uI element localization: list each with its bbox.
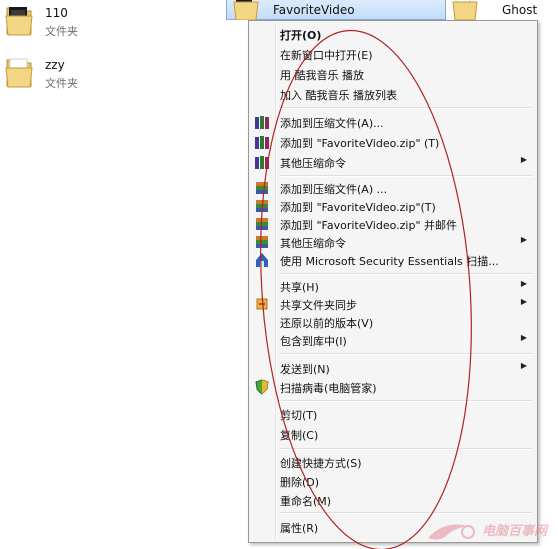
menu-item-label: 添加到 "FavoriteVideo.zip" (T) — [280, 137, 440, 150]
menu-item-label: 扫描病毒(电脑管家) — [280, 382, 377, 395]
chevron-right-icon: ▶ — [520, 155, 527, 164]
menu-item-label: 添加到压缩文件(A) ... — [280, 183, 388, 196]
menu-item-add-zip-email[interactable]: 添加到 "FavoriteVideo.zip" 并邮件 — [251, 215, 535, 233]
menu-item-restore-versions[interactable]: 还原以前的版本(V) — [251, 313, 535, 331]
menu-item-create-shortcut[interactable]: 创建快捷方式(S) — [251, 453, 535, 471]
menu-item-label: 用 酷我音乐 播放 — [280, 69, 364, 82]
folder-icon — [5, 54, 33, 88]
menu-item-include-library[interactable]: 包含到库中(I) ▶ — [251, 331, 535, 349]
chevron-right-icon: ▶ — [520, 297, 527, 306]
menu-item-label: 属性(R) — [280, 522, 319, 535]
winrar-books-icon — [254, 134, 270, 150]
menu-item-share-sync[interactable]: 共享文件夹同步 ▶ — [251, 295, 535, 313]
menu-item-label: 添加到 "FavoriteVideo.zip"(T) — [280, 201, 436, 214]
menu-item-kuwo-play[interactable]: 用 酷我音乐 播放 — [251, 65, 535, 83]
menu-separator — [279, 107, 533, 109]
winrar-books-icon — [254, 114, 270, 130]
security-essentials-icon — [254, 252, 270, 268]
menu-separator — [279, 400, 533, 402]
menu-item-add-zip-2[interactable]: 添加到 "FavoriteVideo.zip"(T) — [251, 197, 535, 215]
menu-item-open-new-window[interactable]: 在新窗口中打开(E) — [251, 45, 535, 63]
chevron-right-icon: ▶ — [520, 279, 527, 288]
context-menu: 打开(O) 在新窗口中打开(E) 用 酷我音乐 播放 加入 酷我音乐 播放列表 … — [248, 20, 538, 543]
folder-item-zzy[interactable]: zzy 文件夹 — [5, 54, 125, 100]
menu-item-label: 删除(D) — [280, 476, 320, 489]
menu-item-open[interactable]: 打开(O) — [251, 25, 535, 43]
menu-item-other-compress-2[interactable]: 其他压缩命令 ▶ — [251, 233, 535, 251]
menu-separator — [279, 273, 533, 275]
menu-item-label: 其他压缩命令 — [280, 237, 346, 250]
menu-item-virus-scan[interactable]: 扫描病毒(电脑管家) — [251, 378, 535, 396]
selected-folder-favoritevideo[interactable]: FavoriteVideo — [226, 0, 446, 21]
folder-name: zzy — [45, 58, 65, 72]
chevron-right-icon: ▶ — [520, 333, 527, 342]
menu-item-label: 使用 Microsoft Security Essentials 扫描... — [280, 255, 499, 268]
menu-item-label: 其他压缩命令 — [280, 157, 346, 170]
menu-item-copy[interactable]: 复制(C) — [251, 425, 535, 443]
folder-name: 110 — [45, 6, 68, 20]
folder-type: 文件夹 — [45, 77, 78, 90]
menu-item-cut[interactable]: 剪切(T) — [251, 405, 535, 423]
shield-icon — [254, 379, 270, 395]
winrar-books-icon — [254, 154, 270, 170]
menu-item-other-compress[interactable]: 其他压缩命令 ▶ — [251, 153, 535, 171]
folder-type: 文件夹 — [45, 25, 78, 38]
menu-separator — [279, 448, 533, 450]
sync-icon — [254, 296, 270, 312]
menu-item-label: 在新窗口中打开(E) — [280, 49, 373, 62]
watermark-text: 电脑百事网 — [482, 524, 548, 539]
menu-item-label: 复制(C) — [280, 429, 319, 442]
folder-icon — [5, 2, 33, 36]
folder-name: FavoriteVideo — [273, 3, 355, 17]
menu-item-label: 添加到压缩文件(A)... — [280, 117, 384, 130]
menu-item-rename[interactable]: 重命名(M) — [251, 491, 535, 509]
menu-item-label: 打开(O) — [280, 29, 322, 42]
menu-item-label: 重命名(M) — [280, 495, 332, 508]
chevron-right-icon: ▶ — [520, 235, 527, 244]
menu-item-delete[interactable]: 删除(D) — [251, 472, 535, 490]
folder-item-ghost[interactable]: Ghost — [452, 0, 558, 21]
menu-separator — [279, 353, 533, 355]
menu-item-label: 添加到 "FavoriteVideo.zip" 并邮件 — [280, 219, 458, 232]
folder-name: Ghost — [502, 3, 538, 17]
menu-item-mse-scan[interactable]: 使用 Microsoft Security Essentials 扫描... — [251, 251, 535, 269]
menu-item-send-to[interactable]: 发送到(N) ▶ — [251, 359, 535, 377]
menu-item-label: 剪切(T) — [280, 409, 318, 422]
menu-separator — [279, 512, 533, 514]
folder-item-110[interactable]: 110 文件夹 — [5, 2, 125, 48]
menu-separator — [279, 175, 533, 177]
archive-stack-icon — [254, 234, 270, 250]
menu-item-label: 加入 酷我音乐 播放列表 — [280, 89, 397, 102]
menu-item-share[interactable]: 共享(H) ▶ — [251, 277, 535, 295]
watermark: 电脑百事网 — [424, 518, 554, 544]
menu-item-label: 共享(H) — [280, 281, 319, 294]
menu-item-add-archive-2[interactable]: 添加到压缩文件(A) ... — [251, 179, 535, 197]
menu-item-label: 共享文件夹同步 — [280, 299, 357, 312]
archive-stack-icon — [254, 216, 270, 232]
watermark-logo-icon — [428, 524, 475, 540]
archive-stack-icon — [254, 180, 270, 196]
menu-item-label: 还原以前的版本(V) — [280, 317, 374, 330]
menu-item-add-zip[interactable]: 添加到 "FavoriteVideo.zip" (T) — [251, 133, 535, 151]
menu-item-label: 包含到库中(I) — [280, 335, 347, 348]
menu-item-label: 创建快捷方式(S) — [280, 457, 362, 470]
chevron-right-icon: ▶ — [520, 361, 527, 370]
archive-stack-icon — [254, 198, 270, 214]
menu-item-kuwo-add-playlist[interactable]: 加入 酷我音乐 播放列表 — [251, 85, 535, 103]
menu-item-add-archive[interactable]: 添加到压缩文件(A)... — [251, 113, 535, 131]
menu-item-label: 发送到(N) — [280, 363, 330, 376]
